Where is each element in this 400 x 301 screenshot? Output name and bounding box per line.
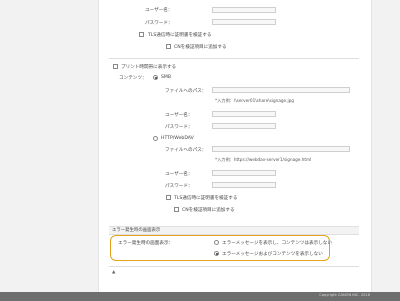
http-file-path-field[interactable] (212, 146, 350, 152)
smb-username-field[interactable] (212, 111, 276, 117)
http-tls-verify-checkbox[interactable] (166, 195, 171, 200)
username-field[interactable] (212, 7, 276, 13)
print-display-title: プリント時間帯に表示する (121, 65, 177, 70)
error-setting-label: エラー発生時の画面表示： (118, 241, 174, 246)
smb-label: SMB (161, 75, 172, 80)
error-section-title: エラー発生時の画面表示 (112, 228, 161, 233)
footer-bar: Copyright CANON INC. 2018 (0, 292, 400, 301)
http-password-label: パスワード： (165, 184, 193, 189)
smb-password-field[interactable] (212, 123, 276, 129)
print-display-checkbox[interactable] (113, 64, 118, 69)
divider (109, 58, 359, 59)
error-option1-label: エラーメッセージを表示し、コンテンツは表示しない (222, 241, 332, 246)
error-option1-radio[interactable] (214, 240, 219, 245)
content-label: コンテンツ： (119, 76, 147, 81)
password-field[interactable] (212, 19, 276, 25)
http-label: HTTP/WebDAV (161, 136, 194, 141)
divider-bottom (109, 266, 359, 267)
http-file-path-label: ファイルへのパス： (165, 148, 207, 153)
cn-add-label: CNを検証項目に追加する (174, 45, 227, 50)
username-label: ユーザー名： (145, 8, 173, 13)
http-cn-add-checkbox[interactable] (174, 207, 179, 212)
right-margin (371, 0, 400, 301)
cn-add-checkbox[interactable] (166, 44, 171, 49)
left-margin (0, 0, 98, 301)
http-radio[interactable] (153, 136, 158, 141)
password-label: パスワード： (145, 21, 173, 26)
tls-verify-checkbox[interactable] (139, 32, 144, 37)
smb-file-path-field[interactable] (212, 87, 350, 93)
file-path-label: ファイルへのパス： (165, 89, 207, 94)
http-example: *入力例：https://webdav-server1/signage.html (215, 157, 312, 162)
tls-verify-label: TLS通信時に証明書を検証する (148, 33, 212, 38)
error-option-highlight (110, 235, 330, 261)
smb-username-label: ユーザー名： (165, 113, 193, 118)
http-tls-verify-label: TLS通信時に証明書を検証する (174, 196, 238, 201)
error-option2-label: エラーメッセージおよびコンテンツを表示しない (222, 252, 323, 257)
smb-password-label: パスワード： (165, 125, 193, 130)
http-password-field[interactable] (212, 182, 276, 188)
back-to-top-icon[interactable]: ▲ (112, 270, 115, 275)
smb-example: *入力例：\\server01\share\signage.jpg (215, 98, 294, 103)
http-username-label: ユーザー名： (165, 172, 193, 177)
http-cn-add-label: CNを検証項目に追加する (182, 208, 235, 213)
smb-radio[interactable] (153, 75, 158, 80)
copyright-text: Copyright CANON INC. 2018 (319, 293, 370, 297)
error-option2-radio[interactable] (214, 251, 219, 256)
http-username-field[interactable] (212, 170, 276, 176)
